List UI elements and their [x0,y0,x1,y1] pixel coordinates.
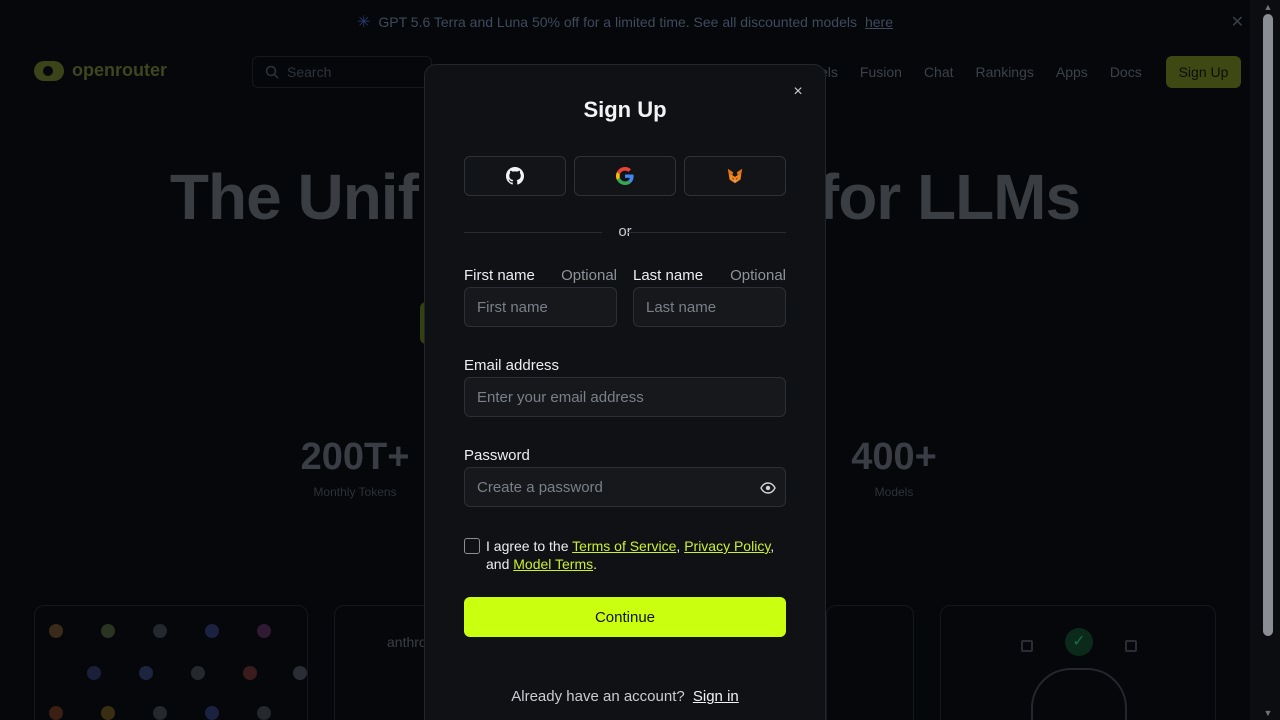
signup-modal: Sign Up × or First name Optional First n… [424,64,826,720]
terms-and: and [486,556,510,572]
provider-icon [139,666,153,680]
logo-text: openrouter [72,60,168,80]
or-divider: or [464,223,786,241]
metamask-signin-button[interactable] [684,156,786,196]
terms-text: I agree to the Terms of Service, Privacy… [486,538,775,572]
nav-link-apps[interactable]: Apps [1056,64,1088,80]
nav-link-docs[interactable]: Docs [1110,64,1142,80]
search-placeholder: Search [287,64,332,80]
scroll-up-icon[interactable]: ▲ [1263,2,1273,12]
anthropic-card-title: anthro [387,634,427,650]
stat-label: Models [874,485,914,499]
provider-icon [49,624,63,638]
logo[interactable]: openrouter [34,60,167,81]
privacy-policy-link[interactable]: Privacy Policy [684,538,770,554]
github-signin-button[interactable] [464,156,566,196]
provider-icon [101,706,115,720]
model-terms-link[interactable]: Model Terms [513,556,593,572]
terms-checkbox[interactable] [464,538,480,554]
nav-link-fusion[interactable]: Fusion [860,64,902,80]
last-name-optional: Optional [730,267,786,284]
page: ✳ GPT 5.6 Terra and Luna 50% off for a l… [0,0,1280,720]
stat-value: 400+ [851,436,937,478]
provider-icon [153,706,167,720]
sparkle-icon: ✳ [356,14,371,31]
github-icon [506,167,524,185]
stat-tokens: 200T+ Monthly Tokens [300,436,410,499]
google-icon [616,167,634,185]
close-icon[interactable]: × [789,83,807,101]
first-name-field[interactable] [464,287,617,327]
stat-value: 200T+ [300,436,410,478]
eye-icon[interactable] [758,478,778,498]
signin-prompt: Already have an account? [511,688,685,705]
lock-icon [1021,640,1033,652]
continue-button[interactable]: Continue [464,597,786,637]
terms-of-service-link[interactable]: Terms of Service [572,538,676,554]
provider-icon [243,666,257,680]
search-icon [265,65,279,79]
banner-link[interactable]: here [865,14,893,30]
last-name-label: Last name [633,267,704,284]
email-label: Email address [464,357,560,374]
nav-link-chat[interactable]: Chat [924,64,954,80]
provider-icon [293,666,307,680]
hero-title-left: The Unif [169,161,419,233]
provider-icon [153,624,167,638]
password-label: Password [464,447,530,464]
metamask-icon [727,168,743,184]
announcement-banner: ✳ GPT 5.6 Terra and Luna 50% off for a l… [0,0,1250,44]
nav-signup-button[interactable]: Sign Up [1166,56,1241,88]
provider-icon [191,666,205,680]
banner-close-icon[interactable]: ✕ [1231,12,1244,32]
divider-line [626,232,786,233]
scroll-down-icon[interactable]: ▼ [1263,708,1273,718]
provider-icon [257,706,271,720]
check-icon: ✓ [1065,628,1093,656]
nav-links: els Fusion Chat Rankings Apps Docs [820,56,1142,88]
first-name-label: First name [464,267,535,284]
scrollbar[interactable]: ▲ ▼ [1250,0,1280,720]
provider-icon [101,624,115,638]
email-field[interactable] [464,377,786,417]
stat-label: Monthly Tokens [313,485,397,499]
signin-link[interactable]: Sign in [693,688,739,705]
logo-mark-icon [34,60,64,81]
nav-link-rankings[interactable]: Rankings [976,64,1034,80]
google-signin-button[interactable] [574,156,676,196]
scroll-thumb[interactable] [1263,14,1273,636]
security-card: ✓ [940,605,1216,720]
first-name-optional: Optional [561,267,617,284]
provider-icon [49,706,63,720]
search-input[interactable]: Search [252,56,432,88]
lock-icon [1125,640,1137,652]
provider-icon [87,666,101,680]
last-name-field[interactable] [633,287,786,327]
chart-card [826,605,914,720]
hero-title-right: for LLMs [817,161,1081,233]
provider-icon [257,624,271,638]
provider-icon [205,624,219,638]
stat-models: 400+ Models [848,436,940,499]
modal-title: Sign Up [583,97,667,122]
provider-logos-card [34,605,308,720]
divider-line [464,232,602,233]
shield-icon [1031,668,1127,720]
banner-text: GPT 5.6 Terra and Luna 50% off for a lim… [378,14,857,30]
provider-icon [205,706,219,720]
terms-prefix: I agree to the [486,538,569,554]
password-field[interactable] [464,467,786,507]
anthropic-card: anthro [334,605,434,720]
signin-row: Already have an account? Sign in [425,688,825,705]
